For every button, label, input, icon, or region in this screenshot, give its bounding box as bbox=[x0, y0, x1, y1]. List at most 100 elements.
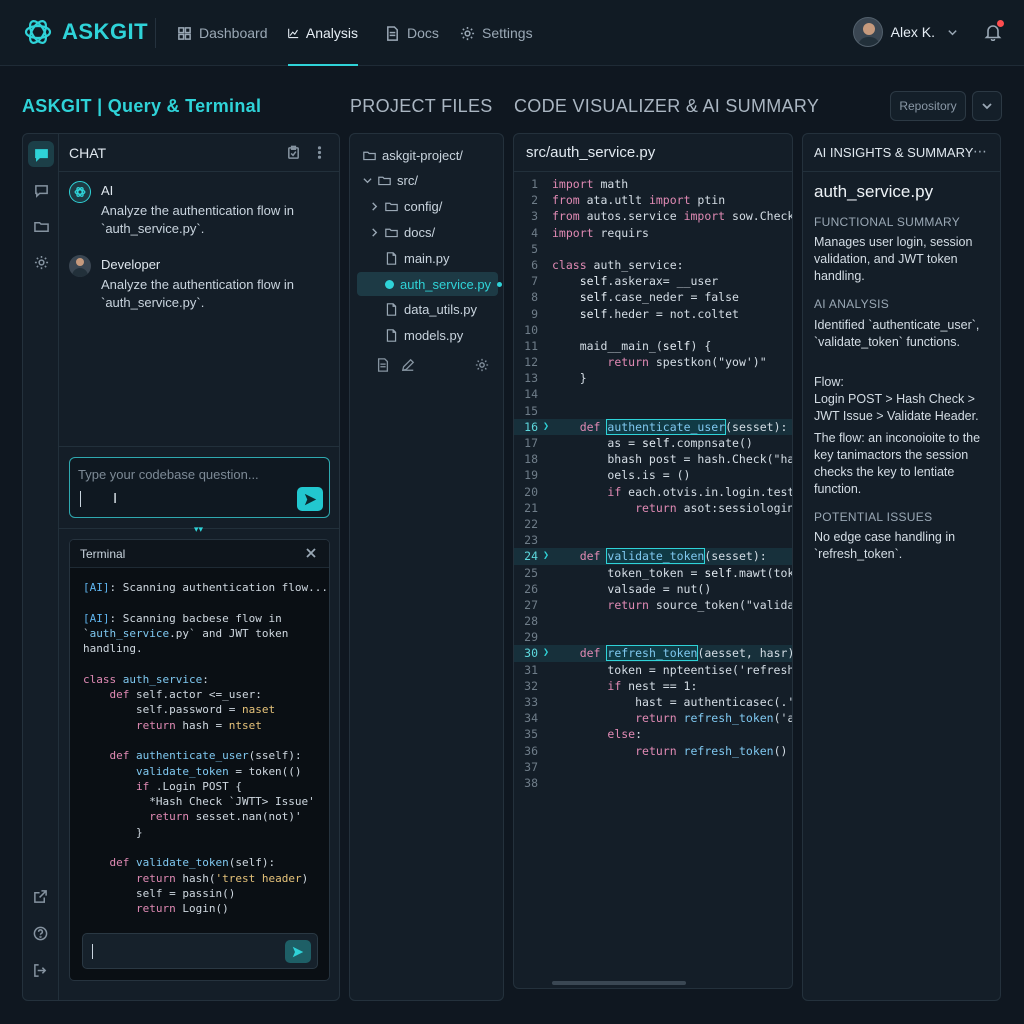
code-text: return source_token("validate_ bbox=[607, 597, 793, 612]
code-text: import requirs bbox=[552, 225, 649, 240]
nav-dashboard[interactable]: Dashboard bbox=[177, 0, 268, 66]
line-number: 1 bbox=[531, 177, 538, 191]
code-text: token_token = self.mawt(token_ bbox=[552, 565, 793, 580]
line-number: 17 bbox=[524, 436, 538, 450]
chat-panel: CHAT AI Analyze the authentication flow … bbox=[22, 133, 340, 1001]
code-text: def authenticate_user(sesset): bbox=[579, 418, 788, 435]
nav-docs[interactable]: Docs bbox=[385, 0, 439, 66]
horizontal-scrollbar[interactable] bbox=[552, 981, 686, 985]
project-files-panel: askgit-project/src/config/docs/main.py au… bbox=[349, 133, 504, 1001]
openai-knot-icon bbox=[24, 20, 52, 44]
line-number: 37 bbox=[524, 759, 538, 774]
code-text: hast = authenticasec(.'use bbox=[552, 695, 793, 709]
rail-files-button[interactable] bbox=[28, 213, 54, 239]
terminal-line: def authenticate_user(sself): bbox=[109, 749, 302, 763]
tree-folder[interactable]: askgit-project/ bbox=[363, 143, 463, 167]
line-number: 2 bbox=[531, 193, 538, 208]
code-line: 26 valsade = nut() bbox=[514, 581, 792, 597]
chat-more-button[interactable] bbox=[312, 145, 328, 161]
chat-input-box[interactable]: I bbox=[69, 457, 330, 518]
tree-file[interactable]: data_utils.py bbox=[370, 298, 477, 322]
more-horizontal-icon[interactable]: ⋯ bbox=[973, 143, 988, 160]
notifications-button[interactable] bbox=[984, 20, 1004, 42]
gear-icon bbox=[460, 26, 475, 40]
code-line: 7 self.askerax= __user bbox=[514, 273, 792, 289]
line-number: 22 bbox=[524, 516, 538, 531]
code-line: 24 ❯ def validate_token(sesset): bbox=[514, 548, 792, 565]
line-number: 27 bbox=[524, 597, 538, 612]
repository-dropdown-button[interactable] bbox=[972, 91, 1002, 121]
file-icon bbox=[386, 303, 397, 317]
code-line: 28 bbox=[514, 613, 792, 629]
edit-button[interactable] bbox=[401, 358, 417, 374]
rail-export-button[interactable] bbox=[33, 889, 49, 905]
terminal-line: self.password = naset bbox=[83, 703, 276, 717]
rail-messages-button[interactable] bbox=[28, 177, 54, 203]
resize-handle-icon[interactable]: ▾▾ bbox=[194, 524, 203, 535]
new-file-button[interactable] bbox=[376, 358, 392, 374]
code-text: token = npteentise('refreshn_h bbox=[552, 662, 793, 677]
nav-analysis[interactable]: Analysis bbox=[288, 0, 358, 66]
notification-badge bbox=[997, 20, 1004, 27]
code-text: class auth_service: bbox=[552, 257, 684, 272]
user-menu[interactable]: Alex K. bbox=[852, 17, 958, 47]
rail-settings-button[interactable] bbox=[28, 249, 54, 275]
chat-send-button[interactable] bbox=[297, 487, 323, 511]
repository-button[interactable]: Repository bbox=[890, 91, 966, 121]
fold-chevron-icon[interactable]: ❯ bbox=[543, 548, 549, 564]
terminal-line: } bbox=[83, 825, 143, 839]
line-number: 24 bbox=[524, 549, 538, 564]
tree-folder[interactable]: docs/ bbox=[370, 220, 435, 244]
code-text: } bbox=[552, 371, 587, 386]
message-sender: Developer bbox=[101, 257, 161, 272]
nav-settings[interactable]: Settings bbox=[460, 0, 533, 66]
tree-file[interactable]: models.py bbox=[370, 324, 463, 348]
terminal-close-button[interactable] bbox=[305, 546, 319, 560]
code-line: 36 return refresh_token() bbox=[514, 743, 792, 759]
code-line: 38 bbox=[514, 775, 792, 791]
files-settings-button[interactable] bbox=[475, 358, 491, 374]
code-editor[interactable]: 1 import math 2 from ata.utlt import ptin 3 f… bbox=[514, 176, 793, 791]
tree-item-label: askgit-project/ bbox=[382, 147, 463, 163]
functional-summary-label: FUNCTIONAL SUMMARY bbox=[814, 215, 961, 229]
help-icon bbox=[33, 926, 48, 941]
chat-title: CHAT bbox=[69, 145, 107, 161]
send-icon bbox=[304, 493, 316, 505]
line-number: 5 bbox=[531, 241, 538, 256]
tree-folder[interactable]: src/ bbox=[363, 169, 418, 193]
code-text: return spestkon("yow')" bbox=[607, 355, 767, 370]
line-number: 13 bbox=[524, 371, 538, 386]
tree-file[interactable]: auth_service.py bbox=[370, 272, 503, 296]
terminal-line: return hash('trest header) bbox=[135, 871, 309, 885]
tree-folder[interactable]: config/ bbox=[370, 195, 442, 219]
code-text: oels.is = () bbox=[552, 468, 691, 483]
terminal-input[interactable] bbox=[91, 942, 276, 962]
tree-file[interactable]: main.py bbox=[370, 246, 450, 270]
rail-logout-button[interactable] bbox=[33, 963, 49, 979]
rail-help-button[interactable] bbox=[33, 926, 49, 942]
more-vertical-icon bbox=[317, 146, 322, 159]
terminal-input-box[interactable] bbox=[82, 933, 318, 969]
message-icon bbox=[34, 184, 48, 198]
send-icon bbox=[292, 946, 304, 957]
rail-chat-button[interactable] bbox=[28, 141, 54, 167]
line-number: 35 bbox=[524, 727, 538, 742]
code-line: 22 bbox=[514, 516, 792, 532]
code-text: import math bbox=[552, 177, 629, 191]
terminal-send-button[interactable] bbox=[285, 940, 311, 963]
fold-chevron-icon[interactable]: ❯ bbox=[543, 645, 549, 661]
chat-clear-button[interactable] bbox=[286, 145, 302, 161]
grid-icon bbox=[178, 26, 191, 40]
chevron-down-icon bbox=[363, 178, 372, 184]
gear-icon bbox=[34, 255, 48, 269]
chat-bubble-icon bbox=[34, 148, 48, 162]
app-logo[interactable]: ASKGIT bbox=[22, 16, 148, 48]
chat-input[interactable] bbox=[78, 464, 288, 484]
fold-chevron-icon[interactable]: ❯ bbox=[543, 419, 549, 435]
terminal-title: Terminal bbox=[80, 547, 126, 561]
line-number: 16 bbox=[524, 419, 538, 434]
terminal-line: def validate_token(self): bbox=[109, 856, 276, 870]
